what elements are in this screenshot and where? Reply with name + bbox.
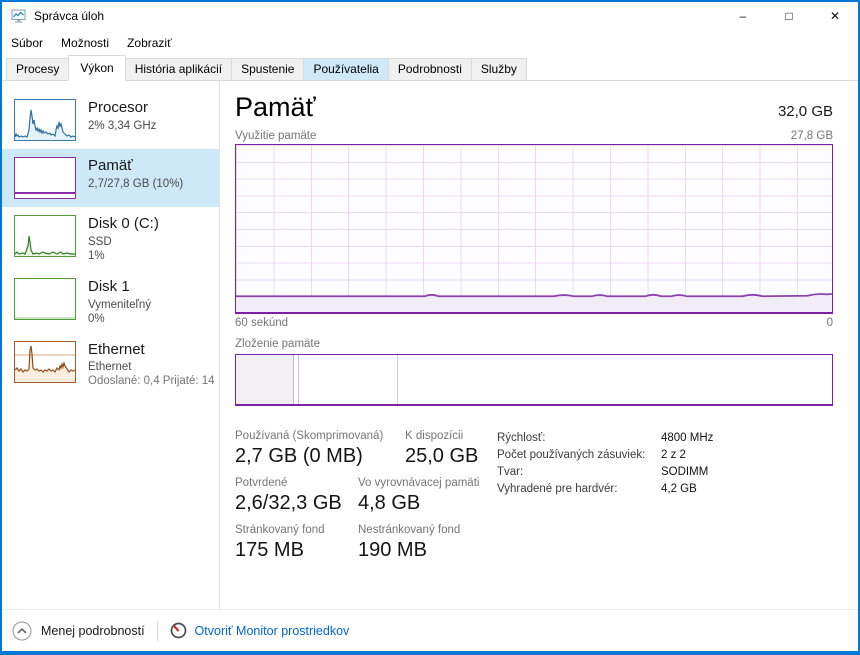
maximize-icon: □ (785, 9, 792, 23)
stat-paged-pool-label: Stránkovaný fond (235, 524, 358, 536)
detail-slots-label: Počet používaných zásuviek: (497, 449, 661, 461)
stat-nonpaged-pool-value: 190 MB (358, 539, 460, 562)
sidebar-disk1-stats: 0% (88, 313, 151, 325)
detail-hw-reserved-label: Vyhradené pre hardvér: (497, 483, 661, 495)
sidebar-cpu-title: Procesor (88, 99, 156, 118)
close-icon: ✕ (830, 9, 840, 23)
window-title: Správca úloh (34, 9, 104, 23)
total-capacity: 32,0 GB (778, 103, 833, 120)
cpu-graph-thumbnail (14, 99, 76, 141)
composition-label: Zloženie pamäte (235, 338, 833, 350)
stat-in-use-label: Používaná (Skomprimovaná) (235, 430, 405, 442)
minimize-button[interactable]: – (720, 2, 766, 30)
ethernet-graph-thumbnail (14, 341, 76, 383)
window-controls: – □ ✕ (720, 2, 858, 30)
sidebar-item-cpu[interactable]: Procesor 2% 3,34 GHz (2, 91, 219, 149)
task-manager-window: Správca úloh – □ ✕ Súbor Možnosti Zobraz… (0, 0, 860, 655)
tab-performance[interactable]: Výkon (68, 55, 125, 81)
stat-available-label: K dispozícii (405, 430, 478, 442)
sidebar-memory-stats: 2,7/27,8 GB (10%) (88, 178, 183, 190)
detail-form-factor-label: Tvar: (497, 466, 661, 478)
detail-form-factor-value: SODIMM (661, 466, 708, 478)
sidebar-disk0-title: Disk 0 (C:) (88, 215, 159, 234)
performance-sidebar: Procesor 2% 3,34 GHz Pamäť 2,7/27,8 GB (… (2, 81, 220, 609)
stat-committed-value: 2,6/32,3 GB (235, 492, 358, 515)
time-axis-right: 0 (827, 317, 833, 329)
disk0-graph-thumbnail (14, 215, 76, 257)
footer-bar: Menej podrobností Otvoriť Monitor prostr… (2, 609, 858, 651)
usage-graph-max: 27,8 GB (791, 130, 833, 142)
disk1-graph-thumbnail (14, 278, 76, 320)
sidebar-item-disk1[interactable]: Disk 1 Vymeniteľný 0% (2, 270, 219, 333)
memory-usage-series (236, 145, 832, 312)
stat-in-use-value: 2,7 GB (0 MB) (235, 445, 405, 468)
title-bar: Správca úloh – □ ✕ (2, 2, 858, 30)
memory-composition-bar[interactable] (235, 354, 833, 406)
composition-segment-free (398, 355, 832, 404)
open-resource-monitor-label: Otvoriť Monitor prostriedkov (195, 624, 350, 638)
tab-app-history[interactable]: História aplikácií (125, 58, 232, 81)
performance-pane: Procesor 2% 3,34 GHz Pamäť 2,7/27,8 GB (… (2, 81, 858, 609)
memory-mini-composition (15, 192, 75, 194)
sidebar-item-disk0[interactable]: Disk 0 (C:) SSD 1% (2, 207, 219, 270)
composition-segment-standby (299, 355, 398, 404)
hardware-details: Rýchlosť: 4800 MHz Počet používaných zás… (497, 430, 713, 571)
footer-divider (157, 621, 158, 641)
stat-cached-label: Vo vyrovnávacej pamäti (358, 477, 479, 489)
tab-details[interactable]: Podrobnosti (388, 58, 472, 81)
detail-slots-value: 2 z 2 (661, 449, 686, 461)
page-title: Pamäť (235, 93, 316, 123)
menu-view[interactable]: Zobraziť (127, 33, 181, 53)
close-button[interactable]: ✕ (812, 2, 858, 30)
tab-users[interactable]: Používatelia (303, 58, 388, 81)
resource-monitor-icon (170, 622, 187, 639)
sidebar-ethernet-stats: Odoslané: 0,4 Prijaté: 14 (88, 375, 209, 387)
fewer-details-button[interactable]: Menej podrobností (12, 621, 145, 641)
minimize-icon: – (740, 9, 747, 23)
menu-options[interactable]: Možnosti (61, 33, 118, 53)
memory-graph-thumbnail (14, 157, 76, 199)
composition-segment-in-use (236, 355, 294, 404)
stat-paged-pool-value: 175 MB (235, 539, 358, 562)
sidebar-item-memory[interactable]: Pamäť 2,7/27,8 GB (10%) (2, 149, 219, 207)
sidebar-cpu-stats: 2% 3,34 GHz (88, 120, 156, 132)
sidebar-disk0-type: SSD (88, 236, 159, 248)
sidebar-ethernet-name: Ethernet (88, 361, 209, 373)
task-manager-icon (11, 8, 27, 24)
sidebar-disk1-type: Vymeniteľný (88, 299, 151, 311)
stat-nonpaged-pool-label: Nestránkovaný fond (358, 524, 460, 536)
detail-speed-value: 4800 MHz (661, 432, 713, 444)
time-axis-left: 60 sekúnd (235, 317, 288, 329)
memory-usage-graph[interactable] (235, 144, 833, 314)
tab-services[interactable]: Služby (471, 58, 527, 81)
fewer-details-label: Menej podrobností (41, 624, 145, 638)
memory-detail-panel: Pamäť 32,0 GB Využitie pamäte 27,8 GB 60… (220, 81, 858, 609)
sidebar-item-ethernet[interactable]: Ethernet Ethernet Odoslané: 0,4 Prijaté:… (2, 333, 219, 396)
stat-available-value: 25,0 GB (405, 445, 478, 468)
stat-cached-value: 4,8 GB (358, 492, 479, 515)
tab-startup[interactable]: Spustenie (231, 58, 304, 81)
tab-strip: Procesy Výkon História aplikácií Spusten… (2, 55, 858, 81)
sidebar-disk1-title: Disk 1 (88, 278, 151, 297)
memory-stats: Používaná (Skomprimovaná) 2,7 GB (0 MB) … (235, 430, 833, 571)
sidebar-disk0-stats: 1% (88, 250, 159, 262)
maximize-button[interactable]: □ (766, 2, 812, 30)
sidebar-ethernet-title: Ethernet (88, 341, 209, 360)
sidebar-memory-title: Pamäť (88, 157, 183, 176)
chevron-up-circle-icon (12, 621, 32, 641)
stat-committed-label: Potvrdené (235, 477, 358, 489)
open-resource-monitor-link[interactable]: Otvoriť Monitor prostriedkov (170, 622, 350, 639)
tab-processes[interactable]: Procesy (6, 58, 69, 81)
detail-speed-label: Rýchlosť: (497, 432, 661, 444)
detail-hw-reserved-value: 4,2 GB (661, 483, 697, 495)
usage-graph-label: Využitie pamäte (235, 130, 316, 142)
menu-bar: Súbor Možnosti Zobraziť (2, 30, 858, 55)
menu-file[interactable]: Súbor (11, 33, 52, 53)
